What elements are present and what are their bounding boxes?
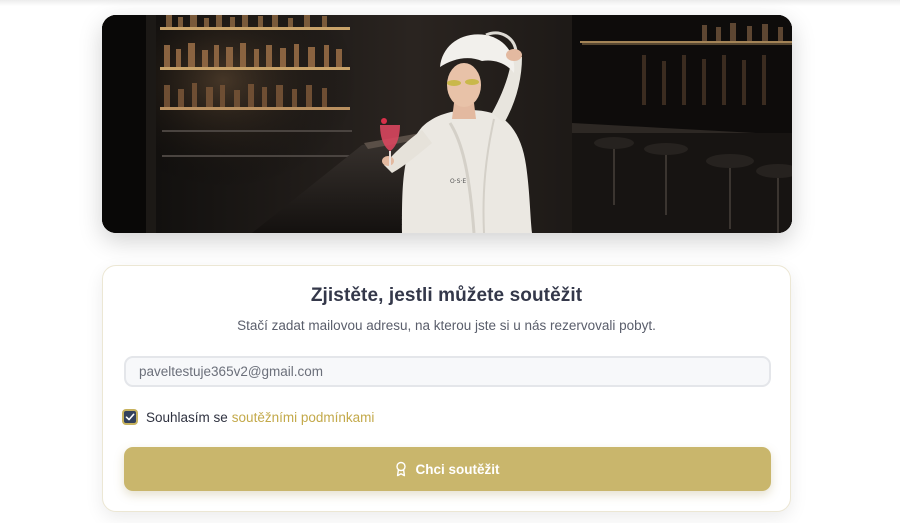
terms-link[interactable]: soutěžními podmínkami [232,410,375,425]
top-shade [0,0,900,6]
submit-button[interactable]: Chci soutěžit [124,447,771,491]
award-ribbon-icon [395,461,407,477]
contest-check-card: Zjistěte, jestli můžete soutěžit Stačí z… [102,265,791,512]
submit-label: Chci soutěžit [415,461,500,477]
hero-image: O·S·E [102,15,792,233]
check-icon [125,413,135,421]
consent-prefix: Souhlasím se [146,409,228,425]
svg-text:O·S·E: O·S·E [450,178,466,185]
card-subtitle: Stačí zadat mailovou adresu, na kterou j… [237,318,656,333]
email-input[interactable] [124,356,771,387]
consent-label: Souhlasím se soutěžními podmínkami [146,410,374,425]
card-title: Zjistěte, jestli můžete soutěžit [310,285,583,306]
consent-checkbox[interactable] [122,409,138,425]
consent-row: Souhlasím se soutěžními podmínkami [122,408,374,426]
